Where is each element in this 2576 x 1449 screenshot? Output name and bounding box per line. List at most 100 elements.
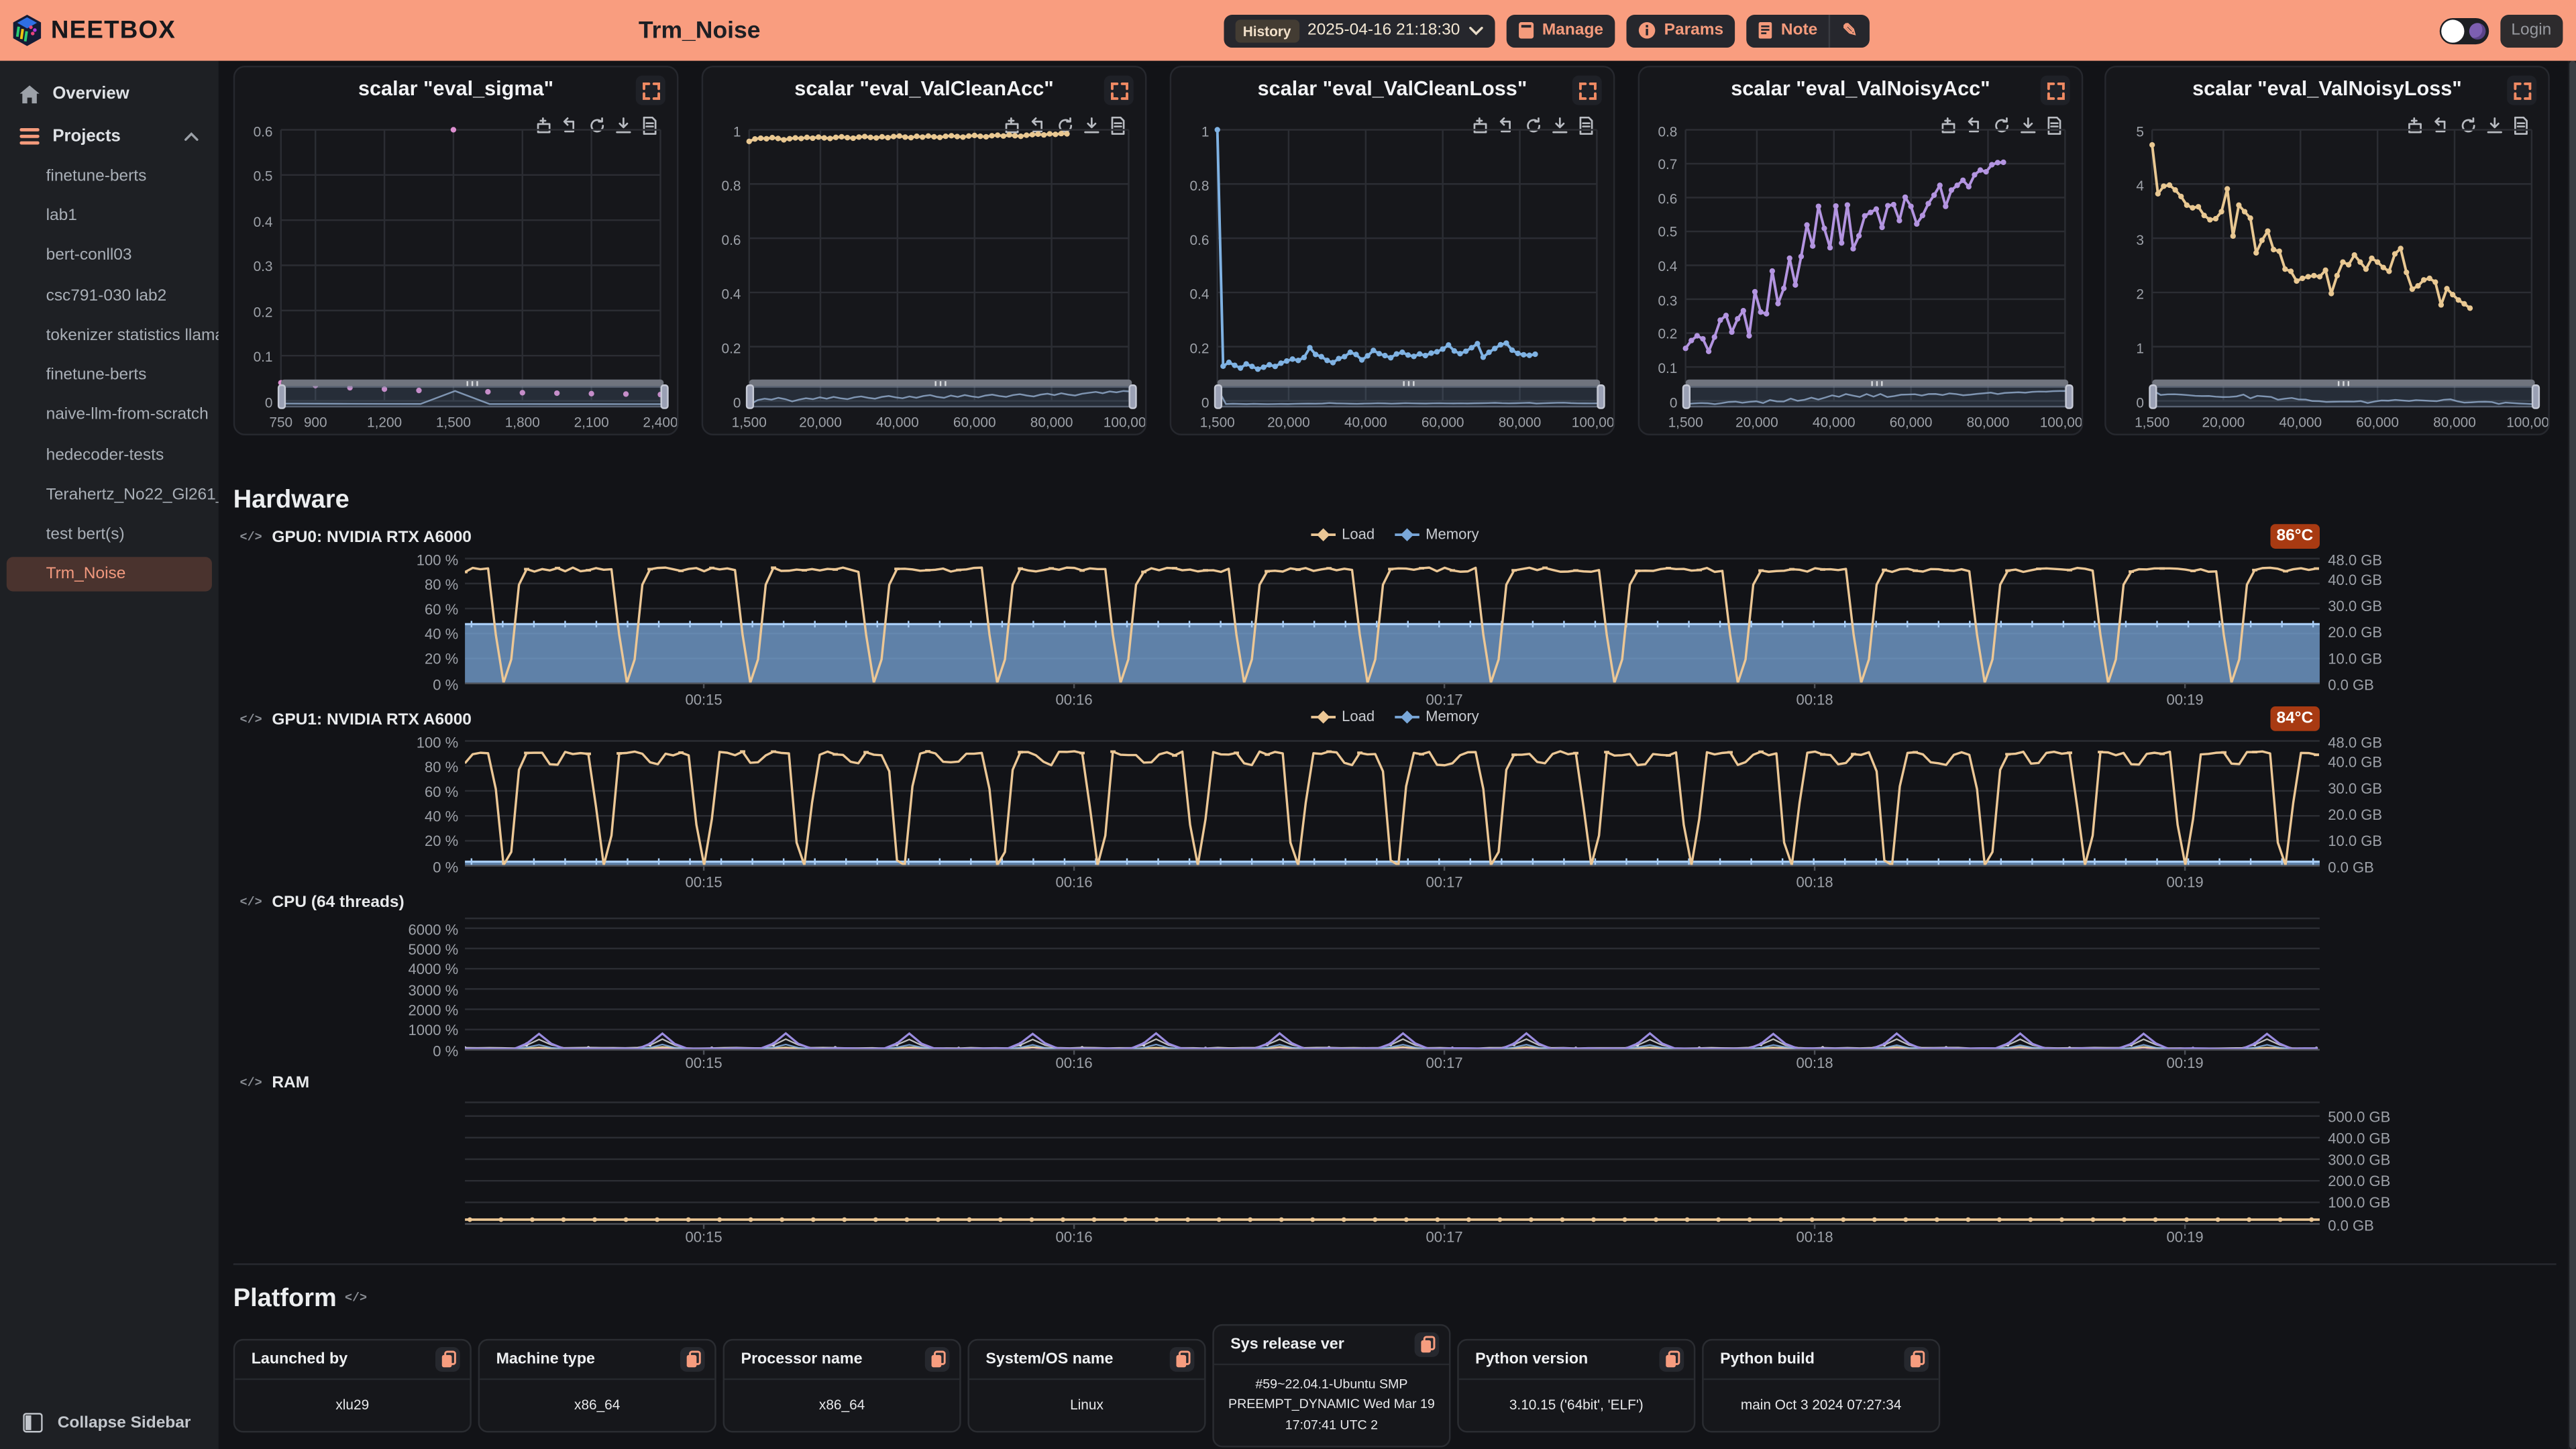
collapse-sidebar-button[interactable]: Collapse Sidebar bbox=[0, 1413, 219, 1432]
legend-item-memory[interactable]: Memory bbox=[1395, 708, 1479, 724]
datazoom-brush[interactable] bbox=[1218, 380, 1601, 409]
time-axis-label: 00:17 bbox=[1415, 1055, 1474, 1071]
login-button[interactable]: Login bbox=[2500, 14, 2563, 47]
hw-chart-plot[interactable] bbox=[465, 550, 2320, 688]
history-dropdown[interactable]: History 2025-04-16 21:18:30 bbox=[1223, 14, 1494, 47]
sidebar-project-csc791-030-lab2[interactable]: csc791-030 lab2 bbox=[0, 276, 219, 316]
brush-handle-left[interactable] bbox=[2148, 384, 2156, 409]
time-axis-label: 00:16 bbox=[1044, 692, 1104, 708]
time-axis-label: 00:18 bbox=[1785, 874, 1844, 890]
chart-plot[interactable] bbox=[746, 125, 1135, 407]
x-axis-label: 1,500 bbox=[2119, 414, 2185, 430]
fullscreen-button[interactable] bbox=[1104, 76, 1134, 105]
cpu-axis-label: 1000 % bbox=[365, 1022, 459, 1038]
x-axis-label: 1,500 bbox=[1653, 414, 1719, 430]
sidebar-project-finetune-berts[interactable]: finetune-berts bbox=[0, 156, 219, 197]
brush-handle-right[interactable] bbox=[2531, 384, 2539, 409]
sidebar-project-hedecoder-tests[interactable]: hedecoder-tests bbox=[0, 435, 219, 476]
brush-handle-right[interactable] bbox=[1596, 384, 1604, 409]
chart-plot[interactable] bbox=[278, 125, 667, 407]
sidebar-project-test-bert-s-[interactable]: test bert(s) bbox=[0, 515, 219, 555]
legend-item-load[interactable]: Load bbox=[1311, 708, 1375, 724]
time-axis-label: 00:19 bbox=[2155, 692, 2214, 708]
memory-axis-label: 20.0 GB bbox=[2328, 624, 2443, 640]
gpu-temp-badge: 86°C bbox=[2270, 524, 2320, 549]
chart-title: scalar "eval_ValCleanAcc" bbox=[703, 77, 1145, 100]
y-axis-label: 0 bbox=[1640, 394, 1677, 410]
hw-chart-plot[interactable] bbox=[465, 915, 2320, 1057]
datazoom-brush[interactable] bbox=[749, 380, 1132, 409]
memory-axis-label: 10.0 GB bbox=[2328, 650, 2443, 666]
hw-chart-plot[interactable] bbox=[465, 1095, 2320, 1230]
x-axis-label: 20,000 bbox=[1724, 414, 1790, 430]
chart-plot[interactable] bbox=[1682, 125, 2072, 407]
legend-marker-icon bbox=[1311, 527, 1336, 541]
y-axis-label: 0.8 bbox=[703, 176, 741, 193]
copy-button[interactable] bbox=[680, 1347, 705, 1372]
manage-icon bbox=[1517, 21, 1534, 40]
hw-chart-plot[interactable] bbox=[465, 733, 2320, 871]
brush-handle-left[interactable] bbox=[1682, 384, 1690, 409]
sidebar-project-trm-noise[interactable]: Trm_Noise bbox=[7, 557, 212, 591]
y-axis-label: 0.2 bbox=[235, 303, 272, 319]
brush-handle-left[interactable] bbox=[277, 384, 285, 409]
brush-grip bbox=[1402, 380, 1417, 385]
chart-plot[interactable] bbox=[1214, 125, 1603, 407]
y-axis-label: 0.4 bbox=[703, 285, 741, 301]
moon-icon bbox=[2469, 22, 2485, 38]
y-axis-label: 1 bbox=[703, 122, 741, 138]
chart-plot[interactable] bbox=[2149, 125, 2538, 407]
y-axis-label: 0.8 bbox=[1171, 176, 1209, 193]
params-button[interactable]: Params bbox=[1626, 14, 1735, 47]
sidebar-item-projects[interactable]: Projects bbox=[0, 117, 219, 156]
brush-handle-left[interactable] bbox=[745, 384, 753, 409]
copy-button[interactable] bbox=[1659, 1347, 1684, 1372]
brand[interactable]: NEETBOX bbox=[13, 15, 176, 46]
datazoom-brush[interactable] bbox=[2152, 380, 2535, 409]
x-axis-label: 2,400 bbox=[628, 414, 679, 430]
fullscreen-button[interactable] bbox=[2507, 76, 2536, 105]
copy-button[interactable] bbox=[1415, 1332, 1440, 1357]
datazoom-brush[interactable] bbox=[1686, 380, 2069, 409]
sidebar-project-naive-llm-from-scratch[interactable]: naive-llm-from-scratch bbox=[0, 396, 219, 436]
memory-axis-label: 30.0 GB bbox=[2328, 598, 2443, 614]
brush-handle-right[interactable] bbox=[659, 384, 667, 409]
datazoom-brush[interactable] bbox=[281, 380, 664, 409]
note-button[interactable]: Note ✎ bbox=[1746, 14, 1868, 47]
time-axis-label: 00:17 bbox=[1415, 692, 1474, 708]
y-axis-label: 1 bbox=[2106, 339, 2144, 356]
edit-pencil-icon[interactable]: ✎ bbox=[1842, 19, 1858, 41]
brush-handle-right[interactable] bbox=[2064, 384, 2072, 409]
scrollbar-thumb[interactable] bbox=[2569, 61, 2575, 1449]
sidebar-project-terahertz-no22-gl261-gl-[interactable]: Terahertz_No22_Gl261_gl... bbox=[0, 476, 219, 516]
brush-handle-right[interactable] bbox=[1128, 384, 1136, 409]
copy-button[interactable] bbox=[1904, 1347, 1929, 1372]
sidebar-project-finetune-berts[interactable]: finetune-berts bbox=[0, 356, 219, 396]
fullscreen-button[interactable] bbox=[1572, 76, 1602, 105]
chart-title: scalar "eval_ValNoisyLoss" bbox=[2106, 77, 2548, 100]
memory-axis-label: 40.0 GB bbox=[2328, 572, 2443, 588]
cpu-axis-label: 2000 % bbox=[365, 1002, 459, 1018]
y-axis-label: 0.2 bbox=[1640, 326, 1677, 342]
scalar-chart-card-1: scalar "eval_ValCleanAcc"00.20.40.60.811… bbox=[702, 66, 1147, 435]
menu-icon bbox=[19, 128, 39, 144]
legend-item-memory[interactable]: Memory bbox=[1395, 526, 1479, 542]
neetbox-logo-icon bbox=[13, 15, 42, 46]
toggle-knob bbox=[2440, 19, 2463, 42]
legend-item-load[interactable]: Load bbox=[1311, 526, 1375, 542]
theme-toggle[interactable] bbox=[2439, 17, 2488, 44]
fullscreen-button[interactable] bbox=[2041, 76, 2070, 105]
y-axis-label: 0.3 bbox=[1640, 292, 1677, 308]
sidebar-project-bert-conll03[interactable]: bert-conll03 bbox=[0, 236, 219, 276]
fullscreen-button[interactable] bbox=[636, 76, 665, 105]
copy-button[interactable] bbox=[435, 1347, 460, 1372]
copy-button[interactable] bbox=[925, 1347, 950, 1372]
manage-button[interactable]: Manage bbox=[1506, 14, 1615, 47]
home-icon bbox=[19, 85, 39, 103]
brush-handle-left[interactable] bbox=[1214, 384, 1222, 409]
copy-button[interactable] bbox=[1170, 1347, 1195, 1372]
sidebar-project-lab1[interactable]: lab1 bbox=[0, 196, 219, 236]
sidebar-project-tokenizer-statistics-llama-[interactable]: tokenizer statistics llama... bbox=[0, 316, 219, 356]
sidebar-item-overview[interactable]: Overview bbox=[0, 74, 219, 113]
copy-icon bbox=[439, 1350, 455, 1368]
